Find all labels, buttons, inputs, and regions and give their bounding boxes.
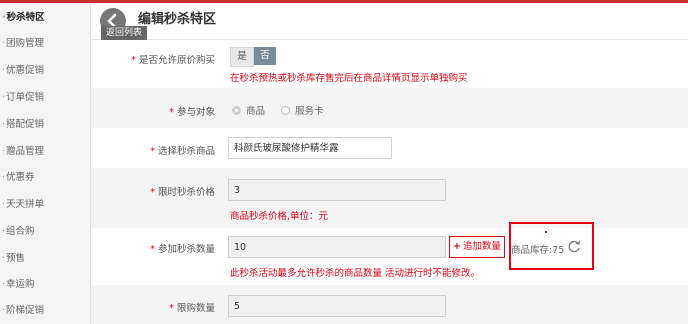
price-hint: 商品秒杀价格,单位：元 <box>230 211 329 222</box>
sidebar-item-gift-manage[interactable]: ·赠品管理 <box>0 139 92 165</box>
sidebar-item-label: 订单促销 <box>6 92 45 103</box>
toggle-option-no[interactable]: 否 <box>254 47 276 65</box>
sidebar-item-label: 赠品管理 <box>6 146 45 157</box>
original-price-toggle: 是 否 <box>230 47 276 67</box>
sidebar-item-order-promo[interactable]: ·订单促销 <box>0 85 92 111</box>
bullet-icon: · <box>2 226 6 237</box>
bullet-icon: · <box>2 279 6 290</box>
sidebar-item-label: 优惠促销 <box>6 65 45 76</box>
sidebar-item-label: 预售 <box>6 253 26 264</box>
sidebar-item-label: 幸运购 <box>6 279 35 290</box>
sidebar-item-label: 搭配促销 <box>6 119 45 130</box>
stock-text: 商品库存:75 <box>511 245 565 256</box>
price-input[interactable]: 3 <box>228 179 446 201</box>
radio-empty-icon <box>281 105 290 115</box>
back-to-list-label[interactable]: 返回列表 <box>101 26 147 41</box>
sidebar-item-tier-promo[interactable]: ·阶梯促销 <box>0 298 92 324</box>
original-price-hint: 在秒杀预热或秒杀库存售完后在商品详情页显示单独购买 <box>230 73 468 84</box>
sidebar-item-coupons[interactable]: ·优惠券 <box>0 165 92 191</box>
refresh-icon[interactable] <box>567 240 581 254</box>
sidebar-item-group-buy[interactable]: ·团购管理 <box>0 31 92 57</box>
bullet-icon: · <box>2 305 6 316</box>
sidebar-item-combo-buy[interactable]: ·组合购 <box>0 219 92 245</box>
radio-product[interactable]: 商品 <box>232 103 265 117</box>
sidebar-item-label: 秒杀特区 <box>6 12 45 23</box>
bullet-icon: · <box>2 38 6 49</box>
product-input[interactable]: 科颜氏玻尿酸修护精华露 <box>228 137 392 159</box>
bullet-icon: · <box>2 65 6 76</box>
sidebar-item-label: 阶梯促销 <box>6 305 45 316</box>
bullet-icon: · <box>2 146 6 157</box>
sidebar-item-bundle-promo[interactable]: ·搭配促销 <box>0 112 92 138</box>
quantity-label: * 参加秒杀数量 <box>150 244 215 255</box>
sidebar-item-seckill[interactable]: ·秒杀特区 <box>0 5 92 31</box>
sidebar-item-lucky-buy[interactable]: ·幸运购 <box>0 272 92 298</box>
bullet-icon: · <box>2 119 6 130</box>
product-label: * 选择秒杀商品 <box>150 146 215 157</box>
bullet-icon: · <box>2 12 6 23</box>
toggle-option-yes[interactable]: 是 <box>230 47 254 67</box>
sidebar-item-discount-promo[interactable]: ·优惠促销 <box>0 58 92 84</box>
sidebar-item-daily-group[interactable]: ·天天拼单 <box>0 192 92 218</box>
sidebar-item-label: 天天拼单 <box>6 199 45 210</box>
radio-selected-icon <box>232 105 241 115</box>
sidebar-item-label: 团购管理 <box>6 38 45 49</box>
quantity-hint: 此秒杀活动最多允许秒杀的商品数量 活动进行时不能修改。 <box>230 268 481 279</box>
quantity-input[interactable]: 10 <box>228 236 446 258</box>
bullet-icon: · <box>2 253 6 264</box>
limit-label: * 限购数量 <box>169 303 215 314</box>
plus-icon: + <box>453 241 461 252</box>
radio-label: 服务卡 <box>295 106 324 117</box>
sidebar-item-presale[interactable]: ·预售 <box>0 246 92 272</box>
sidebar: ·秒杀特区 ·团购管理 ·优惠促销 ·订单促销 ·搭配促销 ·赠品管理 ·优惠券… <box>0 3 91 324</box>
bullet-icon: · <box>2 199 6 210</box>
bullet-icon: · <box>2 92 6 103</box>
bullet-icon: · <box>2 172 6 183</box>
radio-label: 商品 <box>246 106 266 117</box>
target-label: * 参与对象 <box>169 107 215 118</box>
limit-input[interactable]: 5 <box>228 295 446 317</box>
radio-service-card[interactable]: 服务卡 <box>281 103 324 117</box>
highlight-marker <box>545 231 547 233</box>
price-label: * 限时秒杀价格 <box>150 187 215 198</box>
page-title: 编辑秒杀特区 <box>138 12 217 27</box>
original-price-label: * 是否允许原价购买 <box>131 55 215 66</box>
sidebar-item-label: 组合购 <box>6 226 35 237</box>
add-quantity-button[interactable]: + 追加数量 <box>449 236 505 258</box>
sidebar-item-label: 优惠券 <box>6 172 35 183</box>
